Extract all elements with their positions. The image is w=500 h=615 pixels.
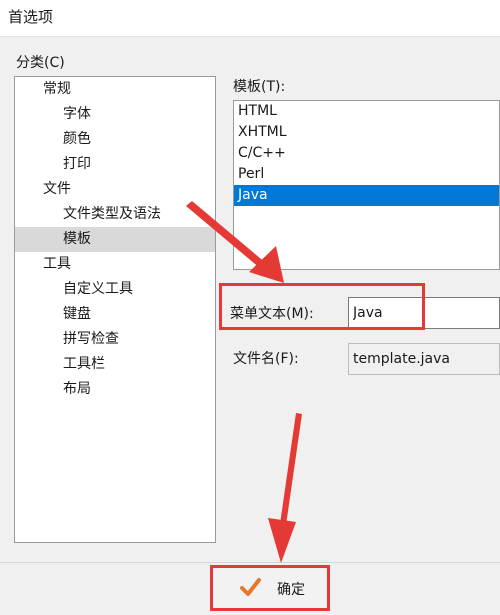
template-item-xhtml[interactable]: XHTML <box>234 122 499 143</box>
tree-item-templates[interactable]: 模板 <box>15 227 215 252</box>
tree-item-print[interactable]: 打印 <box>15 152 215 177</box>
ok-button[interactable]: 确定 <box>210 565 330 611</box>
tree-item-file-types[interactable]: 文件类型及语法 <box>15 202 215 227</box>
template-item-html[interactable]: HTML <box>234 101 499 122</box>
tree-item-spellcheck[interactable]: 拼写检查 <box>15 327 215 352</box>
tree-item-font[interactable]: 字体 <box>15 102 215 127</box>
file-name-input[interactable] <box>348 343 500 375</box>
tree-item-layout[interactable]: 布局 <box>15 377 215 402</box>
window-title: 首选项 <box>8 8 54 26</box>
template-item-java[interactable]: Java <box>234 185 499 206</box>
menu-text-input[interactable] <box>348 297 500 329</box>
template-item-perl[interactable]: Perl <box>234 164 499 185</box>
tree-item-toolbar[interactable]: 工具栏 <box>15 352 215 377</box>
tree-item-color[interactable]: 颜色 <box>15 127 215 152</box>
category-label: 分类(C) <box>16 55 65 71</box>
category-tree[interactable]: 常规 字体 颜色 打印 文件 文件类型及语法 模板 工具 自定义工具 键盘 拼写… <box>14 76 216 543</box>
tree-item-tools[interactable]: 工具 <box>15 252 215 277</box>
tree-item-file[interactable]: 文件 <box>15 177 215 202</box>
footer-divider <box>0 562 500 563</box>
ok-button-label: 确定 <box>277 582 305 598</box>
tree-item-general[interactable]: 常规 <box>15 77 215 102</box>
tree-item-custom-tools[interactable]: 自定义工具 <box>15 277 215 302</box>
template-item-c-cpp[interactable]: C/C++ <box>234 143 499 164</box>
file-name-label: 文件名(F): <box>233 351 299 367</box>
tree-item-keyboard[interactable]: 键盘 <box>15 302 215 327</box>
arrow-to-ok-button <box>268 413 302 563</box>
title-bar: 首选项 <box>0 0 500 37</box>
checkmark-icon <box>240 578 261 596</box>
templates-label: 模板(T): <box>233 79 286 95</box>
templates-list[interactable]: HTML XHTML C/C++ Perl Java <box>233 100 500 270</box>
menu-text-label: 菜单文本(M): <box>230 306 314 322</box>
